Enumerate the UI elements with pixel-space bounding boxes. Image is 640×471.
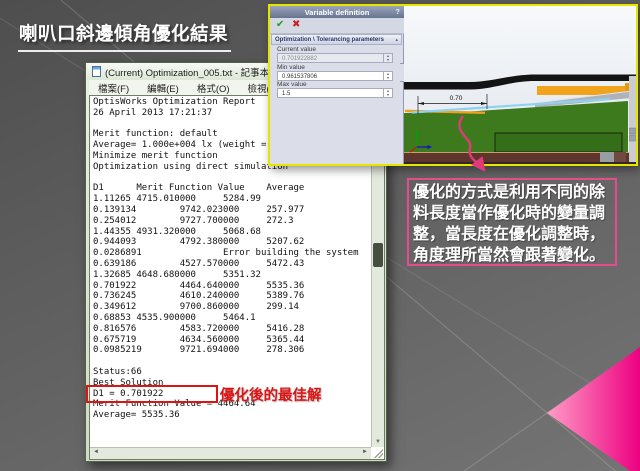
min-value-stepper[interactable]: ▴ ▾ (383, 72, 392, 80)
annotation-arrow-icon (440, 106, 510, 186)
cad-scrollbar-strip[interactable] (629, 76, 636, 162)
cad-bottom-shadow (404, 162, 636, 164)
cad-dimension-value: 0.70 (450, 95, 463, 102)
horizontal-scrollbar[interactable]: ◄ ► (90, 447, 371, 459)
collapse-icon[interactable]: ▴ (395, 37, 398, 43)
max-value: 1.5 (282, 91, 290, 97)
scroll-down-icon[interactable]: ▼ (372, 437, 384, 447)
spin-down-icon[interactable]: ▾ (384, 58, 392, 62)
notepad-icon (92, 66, 101, 77)
scroll-left-icon[interactable]: ◄ (93, 449, 99, 455)
current-value: 0.701922882 (282, 56, 317, 62)
explanation-callout: 優化的方式是利用不同的除料長度當作優化時的變量調整，當長度在優化調整時，角度理所… (407, 178, 617, 266)
max-value-field[interactable]: 1.5 ▴ ▾ (277, 88, 393, 98)
cad-pocket-outline (495, 133, 622, 152)
dialog-toolbar: ✔ ✖ (270, 18, 404, 34)
min-value-label: Min value (277, 64, 305, 71)
menu-item-format[interactable]: 格式(O) (188, 81, 239, 95)
vertical-scroll-thumb[interactable] (373, 243, 383, 267)
best-solution-highlight-box (86, 385, 218, 403)
dialog-titlebar[interactable]: Variable definition ? (270, 6, 404, 18)
presentation-slide: 喇叭口斜邊傾角優化結果 (Current) Optimization_005.t… (0, 0, 640, 471)
max-value-stepper[interactable]: ▴ ▾ (383, 89, 392, 97)
cad-bottom-segment (600, 152, 614, 162)
menu-item-edit[interactable]: 編輯(E) (138, 81, 188, 95)
page-title: 喇叭口斜邊傾角優化結果 (18, 20, 231, 52)
cad-scrollbar-button[interactable] (630, 128, 636, 134)
resize-grip[interactable] (372, 448, 383, 458)
confirm-icon[interactable]: ✔ (276, 19, 284, 30)
scroll-right-icon[interactable]: ► (362, 449, 368, 455)
cancel-icon[interactable]: ✖ (292, 19, 300, 30)
help-icon[interactable]: ? (395, 7, 400, 16)
best-solution-label: 優化後的最佳解 (220, 384, 322, 405)
min-value-field[interactable]: 0.961537806 ▴ ▾ (277, 71, 393, 81)
cad-bottom-segment (614, 152, 626, 162)
current-value-field[interactable]: 0.701922882 ▴ ▾ (277, 53, 393, 63)
current-value-label: Current value (277, 46, 316, 53)
min-value: 0.961537806 (282, 74, 317, 80)
variable-definition-dialog: Variable definition ? ✔ ✖ Optimization \… (270, 6, 404, 164)
max-value-label: Max value (277, 81, 307, 88)
menu-item-file[interactable]: 檔案(F) (89, 81, 138, 95)
dialog-title: Variable definition (305, 8, 370, 17)
notepad-window-title: (Current) Optimization_005.txt - 記事本 (105, 65, 269, 79)
spin-down-icon[interactable]: ▾ (384, 93, 392, 97)
cad-scrollbar-button[interactable] (630, 135, 636, 141)
current-value-stepper[interactable]: ▴ ▾ (383, 54, 392, 62)
section-title: Optimization \ Tolerancing parameters (275, 37, 384, 43)
cad-view: 0.70 (404, 6, 636, 164)
spin-down-icon[interactable]: ▾ (384, 76, 392, 80)
section-header-optimization-parameters[interactable]: Optimization \ Tolerancing parameters ▴ (271, 34, 402, 45)
